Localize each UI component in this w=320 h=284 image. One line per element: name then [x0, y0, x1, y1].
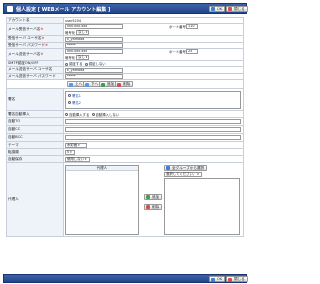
smtp-auth-on-radio[interactable] — [65, 62, 68, 66]
send-pass-input[interactable]: ***** — [65, 74, 123, 79]
delete-icon — [117, 82, 121, 87]
send-pass-label: メール送信サーバ パスワード — [6, 72, 64, 80]
recv-pass-input[interactable]: ***** — [65, 43, 123, 48]
auto-bcc-label: 自動BCC — [6, 133, 64, 142]
plus-icon — [101, 82, 105, 87]
theme-label: テーマ — [6, 141, 64, 149]
check-icon — [211, 277, 215, 282]
auto-bcc-input[interactable] — [65, 135, 241, 141]
delegate-list[interactable]: 代理人 — [65, 164, 139, 235]
recv-server-label: メール受信サーバ名※ — [6, 23, 64, 36]
recv-enc-select[interactable]: なし — [76, 29, 89, 35]
group-icon — [166, 166, 170, 170]
auto-to-label: 自動TO — [6, 117, 64, 126]
close-button[interactable]: 閉じる — [226, 5, 248, 12]
ok-button-bottom[interactable]: OK — [209, 276, 226, 282]
signature-list[interactable]: 署名1 署名2 — [65, 90, 241, 109]
close-button-bottom[interactable]: 閉じる — [226, 276, 248, 282]
group-select-button[interactable]: 全グループから選択 — [164, 164, 208, 171]
close-icon — [228, 277, 232, 282]
sort-select[interactable]: 0 — [65, 149, 75, 155]
signature-item[interactable]: 署名1 — [68, 93, 238, 98]
signature-delete-button[interactable]: 削除 — [115, 81, 134, 87]
arrow-left-icon — [146, 195, 150, 199]
send-server-input[interactable]: xxx.xxx.xxx — [65, 49, 123, 54]
settings-icon — [7, 6, 13, 12]
delegate-label: 代理人 — [6, 162, 64, 237]
signature-label: 署名 — [6, 88, 64, 111]
delegate-add-button[interactable]: 追加 — [144, 193, 163, 200]
group-select[interactable]: 選択してください。 — [164, 171, 202, 177]
sort-label: 転換順 — [6, 148, 64, 156]
sig-auto-off-radio[interactable] — [91, 113, 95, 116]
send-server-label: メール送信サーバ名※ — [6, 48, 64, 61]
ok-button[interactable]: OK — [209, 5, 226, 12]
theme-select[interactable]: 水彩画 — [65, 142, 87, 148]
close-icon — [228, 7, 232, 11]
recv-port-input[interactable]: 110 — [186, 24, 198, 29]
window-titlebar: 個人設定 [ WEBメール アカウント編集 ] OK 閉じる — [3, 3, 248, 14]
auto-cc-input[interactable] — [65, 127, 241, 133]
send-user-input[interactable]: k_yamada — [65, 67, 123, 73]
arrow-right-icon — [146, 205, 150, 209]
auto-to-input[interactable] — [65, 119, 241, 125]
send-port-input[interactable]: 25 — [186, 49, 198, 54]
window-footer: OK 閉じる — [3, 274, 248, 283]
auto-cc-label: 自動CC — [6, 125, 64, 134]
window-title: 個人設定 [ WEBメール アカウント編集 ] — [16, 7, 111, 13]
recv-server-input[interactable]: xxx.xxx.xxx — [65, 24, 123, 29]
arrow-up-icon — [69, 82, 73, 87]
arrow-down-icon — [85, 82, 89, 87]
delegate-delete-button[interactable]: 削除 — [144, 203, 163, 210]
check-icon — [211, 7, 215, 11]
smtp-auth-off-radio[interactable] — [84, 62, 88, 66]
candidate-list[interactable] — [164, 177, 240, 235]
send-enc-select[interactable]: なし — [76, 54, 89, 60]
signature-item[interactable]: 署名2 — [68, 100, 238, 105]
sig-auto-on-radio[interactable] — [65, 113, 68, 116]
auto-save-select[interactable]: 使用しない — [65, 156, 90, 162]
recv-user-input[interactable]: k_yamada — [65, 36, 123, 42]
auto-save-label: 自動保存 — [6, 155, 64, 163]
sig-auto-label: 署名自動挿入 — [6, 110, 64, 118]
account-form: アカウント名 user5204 メール受信サーバ名※ xxx.xxx.xxx ポ… — [6, 17, 244, 237]
